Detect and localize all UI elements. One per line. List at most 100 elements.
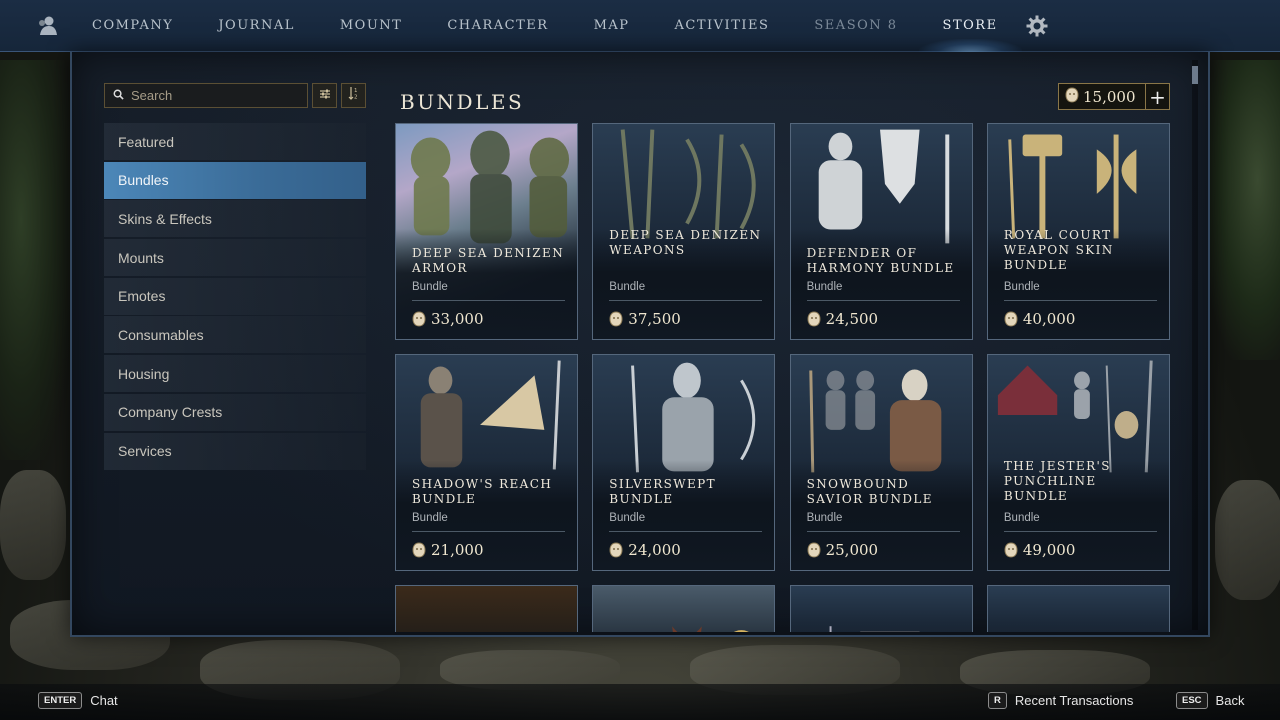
nav-map[interactable]: MAP: [594, 0, 630, 52]
add-currency-button[interactable]: +: [1145, 84, 1169, 109]
category-emotes[interactable]: Emotes: [104, 277, 366, 315]
bundle-price-value: 24,500: [825, 310, 879, 328]
bundle-price: 49,000: [1004, 541, 1075, 559]
bundle-type: Bundle: [806, 281, 843, 293]
bundle-art: [420, 360, 561, 470]
bundle-art: [672, 626, 750, 632]
settings-gear-icon[interactable]: [1026, 15, 1048, 37]
bundle-name: Deep Sea Denizen Weapons: [609, 228, 762, 257]
bundle-name: Deep Sea Denizen Armor: [412, 246, 565, 275]
bundle-price-value: 25,000: [825, 541, 879, 559]
bundle-price-value: 21,000: [431, 541, 484, 559]
bundle-art: [829, 626, 920, 632]
mark-coin-icon: [807, 311, 821, 327]
sort-button[interactable]: 12: [341, 83, 366, 108]
nav-mount[interactable]: MOUNT: [340, 0, 402, 52]
bundle-type: Bundle: [609, 281, 646, 293]
bundle-price: 37,500: [609, 310, 681, 328]
bundle-type: Bundle: [609, 512, 646, 524]
scrollbar-thumb[interactable]: [1192, 66, 1198, 84]
bundle-card-partial[interactable]: [395, 585, 578, 632]
mark-coin-icon: [1065, 86, 1079, 107]
bundle-price: 21,000: [412, 541, 484, 559]
search-input[interactable]: Search: [104, 83, 308, 108]
chat-label: Chat: [90, 693, 118, 708]
mark-coin-icon: [412, 542, 426, 558]
filter-button[interactable]: [312, 83, 337, 108]
bundle-price: 24,000: [609, 541, 681, 559]
bundle-art: [997, 360, 1153, 473]
enter-key: ENTER: [38, 692, 83, 709]
bundle-name: Royal Court Weapon Skin Bundle: [1003, 228, 1114, 272]
bundle-card-partial[interactable]: [789, 585, 973, 632]
player-profile-icon[interactable]: [24, 0, 72, 52]
search-row: Search 12: [104, 83, 366, 108]
search-placeholder: Search: [131, 88, 173, 103]
svg-text:2: 2: [354, 95, 358, 101]
panel-scrollbar[interactable]: [1192, 60, 1198, 630]
bundle-price-value: 24,000: [628, 541, 681, 559]
nav-character[interactable]: CHARACTER: [447, 0, 548, 52]
back-hint[interactable]: ESC Back: [1176, 692, 1244, 709]
bundle-card[interactable]: Defender of Harmony Bundle Bundle 24,500: [789, 123, 973, 340]
bundle-card[interactable]: Deep Sea Denizen Weapons Bundle 37,500: [592, 123, 776, 340]
nav-activities[interactable]: ACTIVITIES: [675, 0, 770, 52]
category-services[interactable]: Services: [104, 432, 366, 470]
category-housing[interactable]: Housing: [104, 355, 366, 393]
bundle-type: Bundle: [806, 512, 843, 524]
category-consumables[interactable]: Consumables: [104, 316, 366, 354]
category-list: Featured Bundles Skins & Effects Mounts …: [104, 123, 366, 471]
section-title: BUNDLES: [400, 90, 525, 114]
category-company-crests[interactable]: Company Crests: [104, 393, 366, 431]
bundle-art: [988, 586, 1169, 632]
bundle-price: 25,000: [807, 541, 879, 559]
r-key: R: [988, 692, 1007, 709]
bundle-art: [631, 362, 756, 473]
mark-coin-icon: [1004, 311, 1018, 327]
nav-store[interactable]: STORE: [918, 0, 1022, 53]
bundle-art: [396, 586, 577, 632]
recent-transactions-label: Recent Transactions: [1014, 693, 1134, 708]
bundle-name: The Jester's Punchline Bundle: [1003, 459, 1111, 503]
back-label: Back: [1215, 693, 1245, 708]
category-mounts[interactable]: Mounts: [104, 239, 366, 277]
nav-season[interactable]: SEASON 8: [814, 0, 897, 52]
filter-sliders-icon: [319, 87, 331, 105]
bundle-art: [808, 369, 941, 473]
bundle-art: [1008, 134, 1137, 239]
bundle-price: 40,000: [1004, 310, 1076, 328]
category-skins-effects[interactable]: Skins & Effects: [104, 200, 366, 238]
bundle-art: [410, 130, 570, 244]
bundle-card-partial[interactable]: [592, 585, 776, 632]
chat-hint[interactable]: ENTER Chat: [38, 692, 118, 709]
bundle-card[interactable]: The Jester's Punchline Bundle Bundle 49,…: [986, 354, 1170, 571]
bundle-card[interactable]: Snowbound Savior Bundle Bundle 25,000: [789, 354, 973, 571]
store-panel: Search 12 Featured Bundles Skins & Effec…: [70, 52, 1210, 637]
bundle-type: Bundle: [1003, 281, 1040, 293]
search-icon: [113, 88, 124, 103]
bundle-card-partial[interactable]: [986, 585, 1170, 632]
category-bundles[interactable]: Bundles: [104, 161, 366, 199]
category-featured[interactable]: Featured: [104, 123, 366, 160]
bottom-hint-bar: ENTER Chat R Recent Transactions ESC Bac…: [0, 684, 1280, 720]
bundle-card[interactable]: Royal Court Weapon Skin Bundle Bundle 40…: [986, 123, 1170, 340]
nav-journal[interactable]: JOURNAL: [218, 0, 295, 52]
bundle-price: 33,000: [412, 310, 484, 328]
bundle-card[interactable]: Deep Sea Denizen Armor Bundle 33,000: [395, 123, 578, 340]
bundle-price: 24,500: [807, 310, 879, 328]
svg-text:1: 1: [354, 88, 358, 94]
bundle-grid: Deep Sea Denizen Armor Bundle 33,000 Dee…: [395, 123, 1171, 632]
bundle-price-value: 33,000: [431, 310, 484, 328]
mark-coin-icon: [609, 311, 623, 327]
bundle-card[interactable]: Silverswept Bundle Bundle 24,000: [592, 354, 776, 571]
sort-icon: 12: [348, 86, 360, 105]
bundle-name: Shadow's Reach Bundle: [412, 477, 553, 506]
bundle-price-value: 40,000: [1022, 310, 1076, 328]
esc-key: ESC: [1176, 692, 1208, 709]
mark-coin-icon: [1004, 542, 1018, 558]
recent-transactions-hint[interactable]: R Recent Transactions: [988, 692, 1133, 709]
top-navigation: COMPANY JOURNAL MOUNT CHARACTER MAP ACTI…: [0, 0, 1280, 53]
bundle-card[interactable]: Shadow's Reach Bundle Bundle 21,000: [395, 354, 578, 571]
balance-value: 15,000: [1083, 87, 1136, 106]
nav-company[interactable]: COMPANY: [92, 0, 173, 52]
